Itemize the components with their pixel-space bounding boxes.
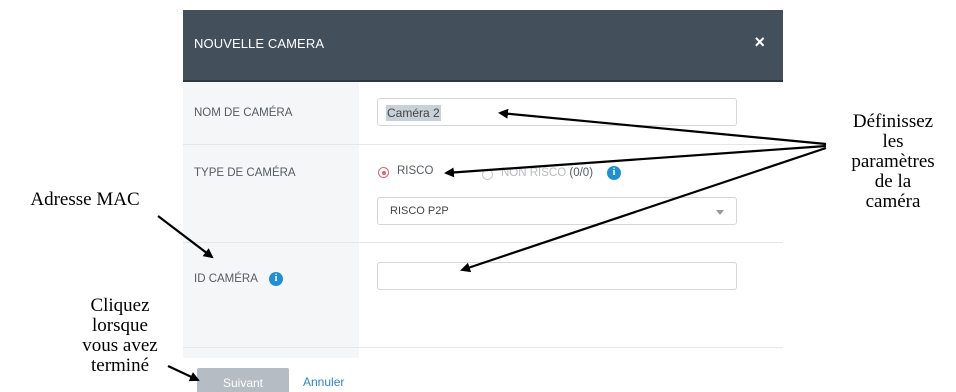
annotation-line: Définissez xyxy=(852,111,934,132)
annotation-line: caméra xyxy=(865,191,921,212)
row-divider xyxy=(183,144,783,145)
annotation-line: les xyxy=(882,131,904,152)
cancel-link[interactable]: Annuler xyxy=(303,375,344,389)
annotation-params: Définissez les paramètres de la caméra xyxy=(828,112,956,212)
annotation-line: terminé xyxy=(90,355,150,376)
camera-model-value: RISCO P2P xyxy=(390,205,449,217)
radio-non-risco[interactable] xyxy=(482,169,493,180)
radio-risco-label: RISCO xyxy=(397,165,434,177)
camera-name-value: Caméra 2 xyxy=(386,105,441,121)
camera-type-label: TYPE DE CAMÉRA xyxy=(194,167,296,179)
dialog-header: NOUVELLE CAMERA × xyxy=(183,10,783,82)
close-icon[interactable]: × xyxy=(754,32,765,52)
annotation-mac: Adresse MAC xyxy=(30,189,140,210)
annotation-line: Cliquez xyxy=(90,295,150,316)
footer-divider xyxy=(183,347,783,348)
chevron-down-icon xyxy=(716,210,724,215)
annotation-line: de la xyxy=(874,171,912,192)
camera-name-label: NOM DE CAMÉRA xyxy=(194,107,293,119)
camera-id-label: ID CAMÉRA xyxy=(194,273,258,285)
radio-non-risco-label: NON RISCO (0/0) xyxy=(501,167,593,179)
camera-id-input[interactable] xyxy=(377,262,737,290)
camera-model-select[interactable]: RISCO P2P xyxy=(377,197,737,225)
info-icon[interactable]: i xyxy=(269,272,283,286)
info-icon[interactable]: i xyxy=(607,166,621,180)
non-risco-count: (0/0) xyxy=(569,167,594,179)
non-risco-text: NON RISCO xyxy=(501,167,567,179)
next-button[interactable]: Suivant xyxy=(197,368,289,392)
dialog-title: NOUVELLE CAMERA xyxy=(194,36,325,51)
radio-risco[interactable] xyxy=(378,167,389,178)
label-column xyxy=(183,82,359,358)
annotation-line: paramètres xyxy=(851,151,935,172)
annotation-line: lorsque xyxy=(92,315,148,336)
annotation-line: vous avez xyxy=(82,335,158,356)
camera-name-input[interactable]: Caméra 2 xyxy=(377,98,737,126)
annotation-click: Cliquez lorsque vous avez terminé xyxy=(50,296,190,376)
new-camera-dialog: NOUVELLE CAMERA × NOM DE CAMÉRA Caméra 2… xyxy=(183,10,783,392)
row-divider xyxy=(183,242,783,243)
